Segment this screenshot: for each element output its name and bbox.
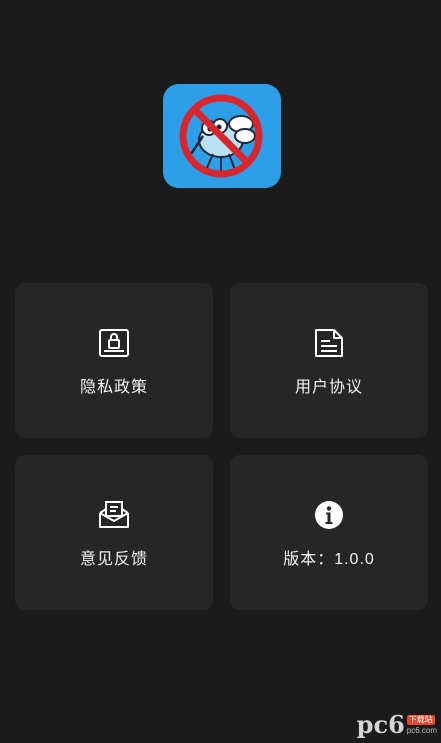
- privacy-policy-card[interactable]: 隐私政策: [15, 283, 213, 438]
- document-icon: [313, 327, 345, 359]
- version-label: 版本：1.0.0: [283, 551, 375, 568]
- watermark-brand: pc6: [356, 710, 405, 739]
- lock-document-icon: [98, 327, 130, 359]
- user-agreement-card[interactable]: 用户协议: [230, 283, 428, 438]
- watermark-domain: pc6.com: [406, 726, 437, 735]
- app-logo-icon: [163, 84, 281, 188]
- user-agreement-label: 用户协议: [294, 379, 363, 396]
- feedback-label: 意见反馈: [79, 551, 148, 568]
- mail-icon: [98, 499, 130, 531]
- info-icon: [313, 499, 345, 531]
- watermark-badge: 下载站: [406, 715, 435, 725]
- version-card[interactable]: 版本：1.0.0: [230, 455, 428, 610]
- feedback-card[interactable]: 意见反馈: [15, 455, 213, 610]
- pc6-watermark: pc6 下载站 pc6.com: [357, 713, 437, 737]
- privacy-policy-label: 隐私政策: [79, 379, 148, 396]
